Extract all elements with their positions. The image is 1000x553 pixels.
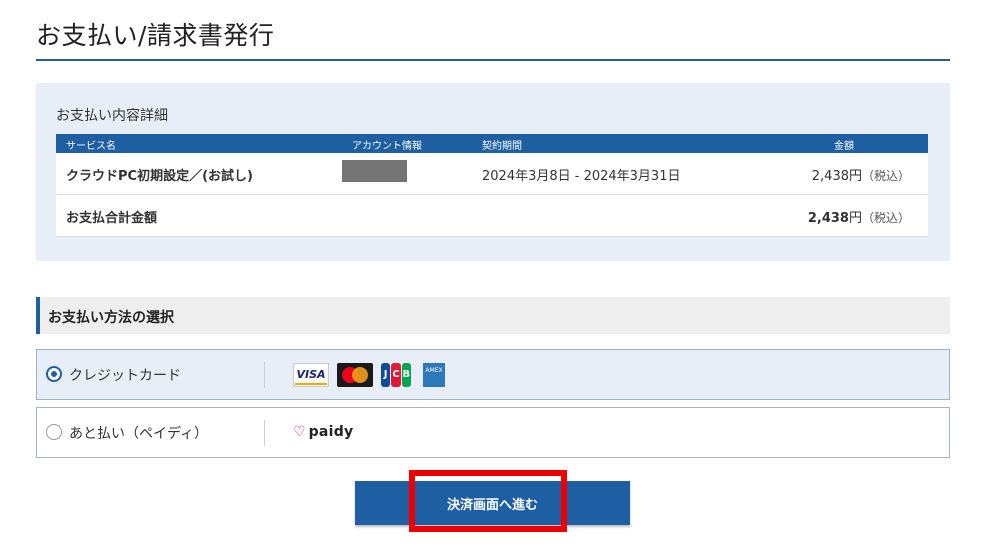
column-period: 契約期間	[482, 141, 522, 152]
total-amount: 2,438円（税込）	[808, 207, 910, 226]
option-divider	[264, 420, 265, 446]
row-amount: 2,438円（税込）	[812, 165, 910, 184]
column-service: サービス名	[66, 141, 116, 152]
total-row: お支払合計金額 2,438円（税込）	[56, 195, 928, 237]
table-header: サービス名 アカウント情報 契約期間 金額	[56, 134, 928, 153]
paidy-logo: ♡ paidy	[293, 424, 353, 440]
payment-method-heading: お支払い方法の選択	[48, 310, 174, 326]
total-amount-unit: 円	[848, 211, 862, 226]
payment-option-paidy[interactable]: あと払い（ペイディ） ♡ paidy	[36, 407, 950, 458]
column-amount: 金額	[834, 141, 854, 152]
table-row: クラウドPC初期設定／(お試し) 2024年3月8日 - 2024年3月31日 …	[56, 153, 928, 195]
total-amount-tax: （税込）	[861, 211, 910, 225]
highlight-annotation	[409, 470, 567, 532]
option-divider	[264, 362, 265, 388]
amex-icon: AMEX	[423, 363, 445, 387]
paidy-wordmark: paidy	[308, 424, 354, 440]
row-amount-value: 2,438円	[811, 169, 862, 184]
payment-details-table: サービス名 アカウント情報 契約期間 金額 クラウドPC初期設定／(お試し) 2…	[56, 134, 928, 237]
service-name: クラウドPC初期設定／(お試し)	[66, 169, 253, 184]
total-label: お支払合計金額	[66, 211, 158, 226]
mastercard-icon	[337, 363, 373, 387]
payment-option-credit-card[interactable]: クレジットカード VISA JCB AMEX	[36, 349, 950, 400]
jcb-icon: JCB	[381, 363, 411, 387]
paidy-icon: ♡	[293, 424, 306, 440]
column-account: アカウント情報	[352, 141, 422, 152]
row-amount-tax: （税込）	[861, 169, 910, 183]
paidy-label: あと払い（ペイディ）	[69, 426, 209, 442]
credit-card-radio[interactable]	[46, 366, 62, 382]
page-title: お支払い/請求書発行	[36, 21, 275, 50]
payment-details-heading: お支払い内容詳細	[56, 108, 168, 124]
total-amount-value: 2,438	[807, 211, 849, 226]
title-divider	[36, 59, 950, 61]
credit-card-label: クレジットカード	[69, 368, 181, 384]
contract-period: 2024年3月8日 - 2024年3月31日	[482, 169, 681, 184]
paidy-radio[interactable]	[46, 424, 62, 440]
visa-icon: VISA	[293, 363, 329, 387]
account-info-redacted	[342, 160, 407, 182]
